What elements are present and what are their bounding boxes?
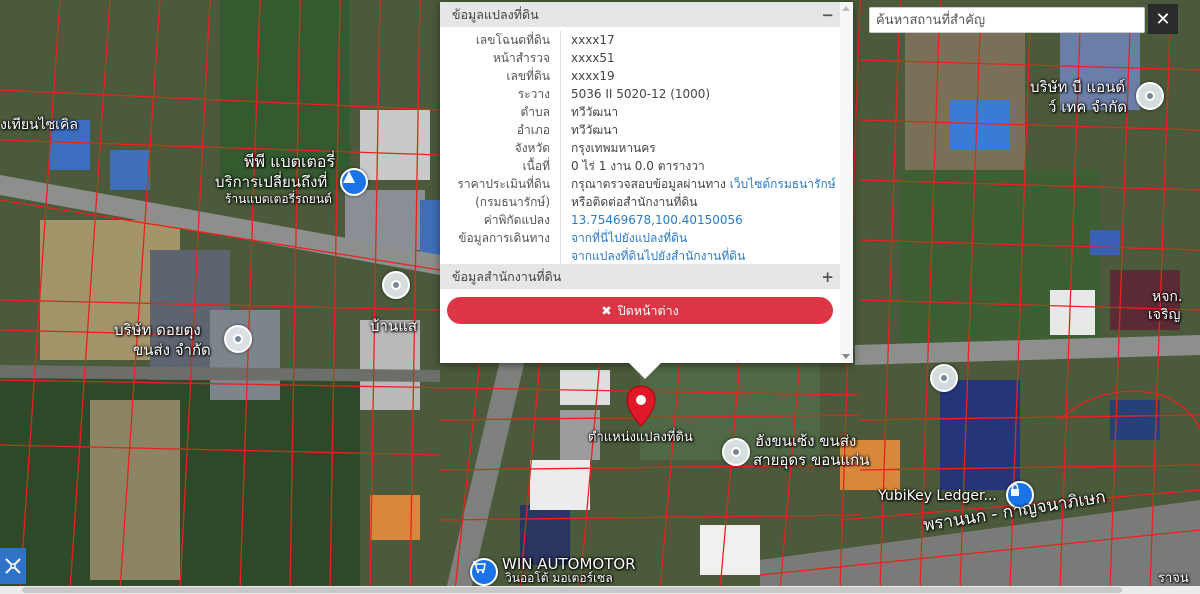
info-key: จังหวัด	[514, 141, 550, 155]
info-row: เลขที่ดิน xxxx19	[440, 67, 840, 85]
expand-icon[interactable]: +	[821, 268, 834, 286]
scroll-down-icon[interactable]	[842, 354, 850, 359]
poi-label: เจริญ	[1148, 307, 1181, 323]
info-value: xxxx51	[560, 49, 840, 67]
poi-label: บริษัท บี แอนด์	[1030, 78, 1126, 96]
info-key: หน้าสำรวจ	[492, 51, 550, 65]
poi-dot-icon[interactable]	[930, 364, 958, 392]
poi-dot-icon[interactable]	[382, 271, 410, 299]
info-value: ทวีวัฒนา	[560, 121, 840, 139]
info-key: ระวาง	[517, 87, 550, 101]
info-row-coord: ค่าพิกัดแปลง 13.75469678,100.40150056	[440, 211, 840, 229]
info-row: หน้าสำรวจ xxxx51	[440, 49, 840, 67]
land-office-title: ข้อมูลสำนักงานที่ดิน	[452, 268, 562, 284]
parcel-info-popup: ข้อมูลแปลงที่ดิน − เลขโฉนดที่ดิน xxxx17 หน…	[440, 2, 853, 379]
tools-icon	[5, 558, 21, 574]
poi-label: บริการเปลี่ยนถึงที่	[215, 173, 328, 191]
info-value: xxxx17	[560, 31, 840, 49]
info-value: 0 ไร่ 1 งาน 0.0 ตารางวา	[560, 157, 840, 175]
info-key: อำเภอ	[516, 123, 550, 137]
parcel-info-table: เลขโฉนดที่ดิน xxxx17 หน้าสำรวจ xxxx51 เลขที่…	[440, 27, 840, 271]
map-pin-icon[interactable]	[626, 385, 656, 427]
info-value: 5036 II 5020-12 (1000)	[560, 85, 840, 103]
directions-to-parcel-link[interactable]: จากที่นี่ไปยังแปลงที่ดิน	[571, 229, 840, 247]
poi-label: งเทียนไซเคิล	[0, 117, 78, 133]
info-key: ค่าพิกัดแปลง	[483, 213, 550, 227]
poi-dot-icon[interactable]	[1136, 82, 1164, 110]
poi-label: ฮังขนเซ้ง ขนส่ง	[755, 432, 857, 450]
poi-dot-icon[interactable]	[722, 438, 750, 466]
popup-scrollbar[interactable]	[840, 2, 853, 363]
poi-label: วินออโต้ มอเตอร์เซล	[505, 571, 613, 585]
poi-label: สายอุดร ขอนแก่น	[753, 451, 870, 469]
info-value: กรุณาตรวจสอบข้อมูลผ่านทาง	[571, 177, 730, 191]
poi-label: บริษัท ดอยตุง	[114, 321, 201, 339]
horizontal-scrollbar[interactable]	[0, 586, 1200, 594]
info-row: เนื้อที่ 0 ไร่ 1 งาน 0.0 ตารางวา	[440, 157, 840, 175]
directions-to-office-link[interactable]: จากแปลงที่ดินไปยังสำนักงานที่ดิน	[571, 247, 840, 265]
poi-dot-icon[interactable]	[224, 325, 252, 353]
info-value: ทวีวัฒนา	[560, 103, 840, 121]
scrollbar-thumb[interactable]	[22, 587, 1122, 593]
poi-label: บ้านแส	[370, 317, 418, 335]
tools-button[interactable]	[0, 548, 26, 584]
close-icon[interactable]: ✕	[1148, 4, 1178, 34]
scroll-up-icon[interactable]	[842, 6, 850, 11]
coordinate-link[interactable]: 13.75469678,100.40150056	[571, 213, 743, 227]
info-row: เลขโฉนดที่ดิน xxxx17	[440, 31, 840, 49]
poi-label: หจก.	[1152, 289, 1183, 305]
poi-label: พีพี แบตเตอรี่	[244, 152, 336, 171]
poi-battery-shop-icon[interactable]	[340, 168, 368, 196]
close-window-button[interactable]: ✖ ปิดหน้าต่าง	[447, 297, 833, 324]
poi-label: ขนส่ง จำกัด	[133, 341, 211, 359]
info-key: ราคาประเมินที่ดิน	[457, 177, 550, 191]
road-label: ราจน	[1158, 571, 1189, 586]
parcel-info-title: ข้อมูลแปลงที่ดิน	[452, 6, 539, 22]
info-key: เลขที่ดิน	[506, 69, 550, 83]
info-key: เนื้อที่	[522, 159, 550, 173]
info-row-price: ราคาประเมินที่ดิน (กรมธนารักษ์) กรุณาตรว…	[440, 175, 840, 211]
parcel-marker-label: ตำแหน่งแปลงที่ดิน	[588, 430, 693, 445]
info-key: ตำบล	[520, 105, 550, 119]
info-key: ข้อมูลการเดินทาง	[458, 231, 550, 245]
parcel-info-header[interactable]: ข้อมูลแปลงที่ดิน −	[440, 2, 840, 27]
info-row: จังหวัด กรุงเทพมหานคร	[440, 139, 840, 157]
info-value: xxxx19	[560, 67, 840, 85]
treasury-website-link[interactable]: เว็บไซต์กรมธนารักษ์	[730, 177, 836, 191]
collapse-icon[interactable]: −	[821, 6, 834, 24]
info-row: ตำบล ทวีวัฒนา	[440, 103, 840, 121]
info-value: กรุงเทพมหานคร	[560, 139, 840, 157]
info-row: ระวาง 5036 II 5020-12 (1000)	[440, 85, 840, 103]
info-row-travel: ข้อมูลการเดินทาง จากที่นี่ไปยังแปลงที่ดิ…	[440, 229, 840, 265]
poi-label: ร้านแบตเตอรี่รถยนต์	[225, 192, 332, 206]
info-key: เลขโฉนดที่ดิน	[475, 33, 550, 47]
close-x-icon: ✖	[601, 303, 612, 318]
info-value: หรือติดต่อสำนักงานที่ดิน	[571, 195, 698, 209]
poi-label: YubiKey Ledger...	[878, 488, 997, 504]
close-window-label: ปิดหน้าต่าง	[617, 302, 679, 318]
search-input[interactable]	[869, 7, 1145, 33]
info-key: (กรมธนารักษ์)	[475, 195, 550, 209]
land-office-header[interactable]: ข้อมูลสำนักงานที่ดิน +	[440, 264, 840, 289]
poi-label: ว์ เทค จำกัด	[1048, 98, 1128, 116]
cart-icon[interactable]	[470, 558, 498, 586]
info-row: อำเภอ ทวีวัฒนา	[440, 121, 840, 139]
